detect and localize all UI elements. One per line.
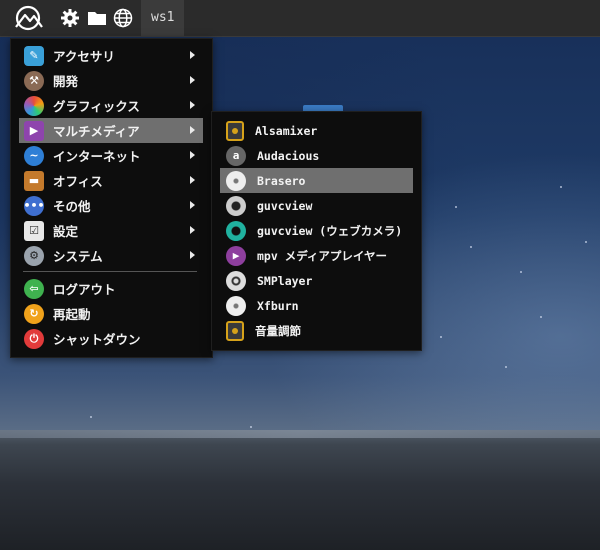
submenu-item-label: 音量調節 [255,323,301,338]
menu-item-office[interactable]: ▬ オフィス [19,168,203,193]
menu-item-shutdown[interactable]: ⏻ シャットダウン [19,326,203,351]
gear-icon[interactable] [58,6,82,30]
submenu-arrow-icon [190,251,195,259]
submenu-arrow-icon [190,226,195,234]
system-icon: ⚙ [24,245,44,266]
multimedia-submenu: Alsamixer a Audacious Brasero guvcview g… [211,111,422,351]
briefcase-icon: ▬ [24,170,44,191]
menu-item-settings[interactable]: ☑ 設定 [19,218,203,243]
submenu-item-label: Xfburn [257,298,299,313]
submenu-item-volume-control[interactable]: 音量調節 [220,318,413,343]
menu-item-label: 開発 [53,74,79,89]
submenu-item-label: Audacious [257,148,320,163]
mpv-icon: ▶ [226,245,246,266]
globe-icon[interactable] [111,6,135,30]
accessories-icon: ✎ [24,45,44,66]
submenu-arrow-icon [190,151,195,159]
menu-item-other[interactable]: ••• その他 [19,193,203,218]
menu-item-logout[interactable]: ⇦ ログアウト [19,276,203,301]
more-icon: ••• [23,195,45,216]
menu-separator [23,271,197,272]
menu-item-restart[interactable]: ↻ 再起動 [19,301,203,326]
submenu-item-brasero[interactable]: Brasero [220,168,413,193]
workspace-label[interactable]: ws1 [141,0,185,36]
menu-item-label: 設定 [53,224,79,239]
submenu-item-alsamixer[interactable]: Alsamixer [220,118,413,143]
multimedia-icon: ▶ [24,120,44,141]
internet-icon: ~ [24,145,44,166]
menu-item-development[interactable]: ⚒ 開発 [19,68,203,93]
settings-icon: ☑ [24,220,44,241]
menu-item-label: シャットダウン [53,332,141,347]
menu-item-multimedia[interactable]: ▶ マルチメディア [19,118,203,143]
webcam-icon [226,195,246,216]
submenu-item-mpv[interactable]: ▶ mpv メディアプレイヤー [220,243,413,268]
speaker-icon [226,120,244,141]
audacious-icon: a [226,145,246,166]
webcam-teal-icon [226,220,246,241]
menu-item-system[interactable]: ⚙ システム [19,243,203,268]
menu-item-label: マルチメディア [53,124,140,139]
menu-item-label: オフィス [53,174,103,189]
submenu-arrow-icon [190,76,195,84]
menu-item-internet[interactable]: ~ インターネット [19,143,203,168]
submenu-item-label: Alsamixer [255,123,318,138]
menu-item-label: システム [53,249,103,264]
shutdown-icon: ⏻ [24,328,44,349]
distro-logo-icon[interactable] [10,5,46,31]
film-reel-icon [226,270,246,291]
menu-item-label: その他 [53,199,91,214]
submenu-item-label: guvcview [257,198,313,213]
submenu-item-audacious[interactable]: a Audacious [220,143,413,168]
submenu-item-label: mpv メディアプレイヤー [257,248,388,263]
menu-item-label: ログアウト [53,282,116,297]
submenu-arrow-icon [190,201,195,209]
folder-icon[interactable] [85,6,109,30]
submenu-arrow-icon [190,101,195,109]
submenu-item-guvcview[interactable]: guvcview [220,193,413,218]
restart-icon: ↻ [24,303,44,324]
disc-burn-icon [226,295,246,316]
submenu-arrow-icon [190,176,195,184]
submenu-item-xfburn[interactable]: Xfburn [220,293,413,318]
top-panel: ws1 [0,0,600,37]
menu-item-accessories[interactable]: ✎ アクセサリ [19,43,203,68]
menu-item-label: アクセサリ [53,49,115,64]
submenu-item-smplayer[interactable]: SMPlayer [220,268,413,293]
submenu-item-label: Brasero [257,173,306,188]
menu-item-label: インターネット [53,149,141,164]
submenu-item-label: SMPlayer [257,273,313,288]
graphics-icon [24,95,44,116]
menu-item-label: 再起動 [53,307,91,322]
hammer-icon: ⚒ [24,70,44,91]
desktop-ground [0,430,600,550]
disc-burn-icon [226,170,246,191]
submenu-arrow-icon [190,51,195,59]
menu-item-label: グラフィックス [53,99,140,114]
submenu-arrow-icon [190,126,195,134]
submenu-item-guvcview-webcam[interactable]: guvcview (ウェブカメラ) [220,218,413,243]
menu-item-graphics[interactable]: グラフィックス [19,93,203,118]
speaker-icon [226,320,244,341]
submenu-item-label: guvcview (ウェブカメラ) [257,223,403,238]
logout-icon: ⇦ [24,278,44,299]
application-menu: ✎ アクセサリ ⚒ 開発 グラフィックス ▶ マルチメディア ~ インターネット… [10,38,213,358]
